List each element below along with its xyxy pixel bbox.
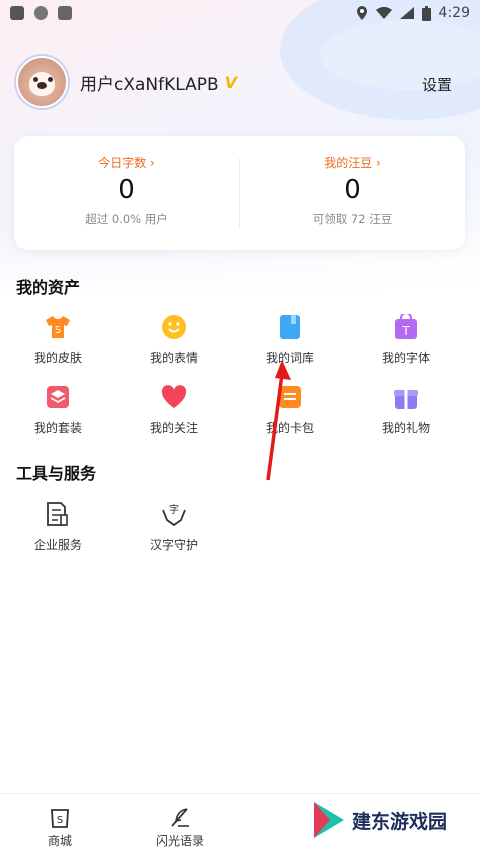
tools-grid: 企业服务 字 汉字守护 bbox=[0, 500, 464, 570]
username: 用户cXaNfKLAPB bbox=[80, 74, 219, 95]
beans-label[interactable]: 我的汪豆 › bbox=[324, 154, 381, 171]
quill-icon bbox=[171, 808, 189, 827]
asset-suit[interactable]: 我的套装 bbox=[0, 383, 116, 453]
asset-font[interactable]: T 我的字体 bbox=[348, 313, 464, 383]
book-icon bbox=[276, 313, 304, 341]
assets-grid: S 我的皮肤 我的表情 我的词库 T 我的字体 我的套装 我的关注 我的卡包 我… bbox=[0, 313, 464, 453]
profile-header[interactable]: 用户cXaNfKLAPB V bbox=[16, 56, 237, 108]
location-icon bbox=[356, 6, 367, 20]
watermark-logo-icon bbox=[314, 802, 344, 838]
today-words-stat[interactable]: 今日字数 › 0 超过 0.0% 用户 bbox=[14, 136, 239, 250]
watermark: 建东游戏园 bbox=[312, 800, 447, 840]
tool-character-guard[interactable]: 字 汉字守护 bbox=[116, 500, 232, 570]
tools-title: 工具与服务 bbox=[16, 464, 97, 483]
settings-button[interactable]: 设置 bbox=[422, 74, 452, 95]
beans-value: 0 bbox=[344, 175, 361, 205]
tab-shop[interactable]: S 商城 bbox=[0, 794, 120, 853]
hands-character-icon: 字 bbox=[160, 500, 188, 528]
stats-card: 今日字数 › 0 超过 0.0% 用户 我的汪豆 › 0 可领取 72 汪豆 bbox=[14, 136, 465, 250]
font-bag-icon: T bbox=[392, 313, 420, 341]
svg-text:字: 字 bbox=[169, 503, 179, 516]
asset-skin[interactable]: S 我的皮肤 bbox=[0, 313, 116, 383]
today-words-label[interactable]: 今日字数 › bbox=[98, 154, 155, 171]
svg-text:S: S bbox=[55, 325, 61, 336]
asset-emoji[interactable]: 我的表情 bbox=[116, 313, 232, 383]
battery-icon bbox=[421, 5, 431, 21]
app-notification-icon bbox=[10, 6, 24, 20]
vpn-icon bbox=[34, 6, 48, 20]
svg-text:T: T bbox=[401, 324, 410, 338]
asset-gift[interactable]: 我的礼物 bbox=[348, 383, 464, 453]
smiley-icon bbox=[160, 313, 188, 341]
tshirt-icon: S bbox=[44, 313, 72, 341]
annotation-arrow-icon bbox=[266, 360, 291, 481]
today-words-value: 0 bbox=[118, 175, 135, 205]
svg-text:S: S bbox=[57, 815, 63, 826]
signal-icon bbox=[399, 7, 414, 19]
layers-icon bbox=[44, 383, 72, 411]
vip-badge-icon: V bbox=[224, 72, 238, 92]
avatar[interactable] bbox=[16, 56, 68, 108]
beans-stat[interactable]: 我的汪豆 › 0 可领取 72 汪豆 bbox=[240, 136, 465, 250]
shop-icon: S bbox=[51, 809, 69, 828]
clock: 4:29 bbox=[438, 5, 470, 21]
gift-icon bbox=[392, 383, 420, 411]
beans-sub: 可领取 72 汪豆 bbox=[312, 212, 393, 226]
tab-quotes[interactable]: 闪光语录 bbox=[120, 794, 240, 853]
heart-icon bbox=[160, 383, 188, 411]
assets-title: 我的资产 bbox=[16, 278, 81, 297]
wifi-icon bbox=[375, 7, 392, 19]
asset-follow[interactable]: 我的关注 bbox=[116, 383, 232, 453]
today-words-sub: 超过 0.0% 用户 bbox=[85, 212, 168, 226]
status-bar: 4:29 bbox=[0, 0, 480, 26]
document-icon bbox=[44, 500, 72, 528]
tool-enterprise[interactable]: 企业服务 bbox=[0, 500, 116, 570]
a-icon bbox=[58, 6, 72, 20]
